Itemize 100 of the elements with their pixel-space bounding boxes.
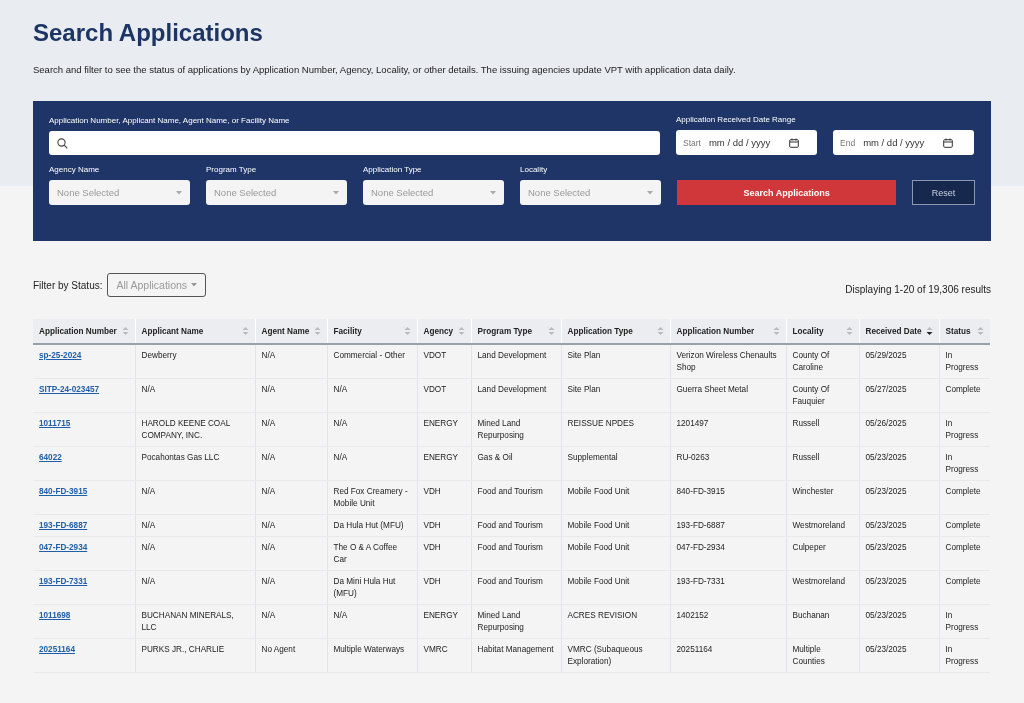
page-description: Search and filter to see the status of applications by Application Number, Agency, Locality, or other details. The issuing agencies update VPT with application data daily.	[33, 64, 737, 75]
table-cell: Mobile Food Unit	[567, 521, 630, 530]
table-cell: VMRC	[423, 645, 448, 654]
caret-icon	[176, 190, 182, 195]
application-link[interactable]: SITP-24-023457	[39, 385, 100, 394]
table-cell: VDOT	[423, 385, 447, 394]
column-header: Application Number	[39, 326, 117, 336]
table-cell: N/A	[261, 385, 276, 394]
application-link[interactable]: sp-25-2024	[39, 351, 82, 360]
column-header: Agent Name	[261, 326, 310, 336]
table-cell: N/A	[141, 543, 156, 552]
table-cell: 047-FD-2934	[676, 543, 725, 552]
calendar-icon	[788, 137, 799, 148]
table-cell: In Progress	[945, 419, 979, 440]
table-cell: ENERGY	[423, 453, 459, 462]
table-cell: 1402152	[676, 611, 709, 620]
table-cell: 05/23/2025	[865, 577, 907, 586]
table-cell: Site Plan	[567, 351, 601, 360]
application-link[interactable]: 1011715	[39, 419, 71, 428]
table-cell: N/A	[333, 419, 348, 428]
table-cell: N/A	[261, 521, 276, 530]
table-cell: VMRC (Subaqueous Exploration)	[567, 645, 643, 666]
search-button[interactable]: Search Applications	[677, 180, 897, 205]
table-cell: No Agent	[261, 645, 296, 654]
table-cell: In Progress	[945, 645, 979, 666]
table-cell: HAROLD KEENE COAL COMPANY, INC.	[141, 419, 230, 440]
column-header: Applicant Name	[141, 326, 204, 336]
table-cell: PURKS JR., CHARLIE	[141, 645, 225, 654]
table-cell: 193-FD-7331	[676, 577, 725, 586]
field-label: Application Number, Applicant Name, Agent Name, or Facility Name	[49, 116, 291, 125]
application-link[interactable]: 64022	[39, 453, 62, 462]
application-link[interactable]: 1011698	[39, 611, 71, 620]
table-cell: N/A	[261, 611, 276, 620]
table-cell: 193-FD-6887	[676, 521, 725, 530]
table-cell: N/A	[261, 419, 276, 428]
table-cell: Complete	[945, 521, 981, 530]
table-cell: N/A	[261, 543, 276, 552]
table-cell: Mobile Food Unit	[567, 577, 630, 586]
caret-icon	[333, 190, 339, 195]
table-cell: N/A	[261, 453, 276, 462]
table-cell: Land Development	[477, 385, 547, 394]
table-cell: Da Mini Hula Hut (MFU)	[333, 577, 396, 598]
table-cell: Site Plan	[567, 385, 601, 394]
application-link[interactable]: 20251164	[39, 645, 75, 654]
date-input[interactable]: mm / dd / yyyy	[861, 136, 938, 149]
table-cell: BUCHANAN MINERALS, LLC	[141, 611, 234, 632]
field-label: Locality	[520, 165, 549, 174]
table-cell: Mined Land Repurposing	[477, 419, 524, 440]
table-cell: The O & A Coffee Car	[333, 543, 398, 564]
table-cell: 20251164	[676, 645, 713, 654]
table-cell: VDOT	[423, 351, 447, 360]
table-cell: Mined Land Repurposing	[477, 611, 524, 632]
table-cell: Complete	[945, 543, 981, 552]
table-cell: In Progress	[945, 351, 979, 372]
table-cell: Food and Tourism	[477, 521, 543, 530]
table-cell: Russell	[792, 453, 820, 462]
sort-icon[interactable]	[925, 326, 933, 336]
date-field[interactable]: End mm / dd / yyyy	[833, 130, 974, 155]
table-cell: N/A	[261, 487, 276, 496]
table-cell: 840-FD-3915	[676, 487, 725, 496]
table-cell: ENERGY	[423, 419, 459, 428]
table-cell: N/A	[141, 521, 156, 530]
search-field[interactable]	[49, 131, 660, 155]
table-cell: Food and Tourism	[477, 487, 543, 496]
table-cell: Food and Tourism	[477, 577, 543, 586]
column-header: Application Type	[567, 326, 633, 336]
table-cell: 05/23/2025	[865, 543, 907, 552]
table-cell: N/A	[333, 453, 348, 462]
table-cell: Verizon Wireless Chenaults Shop	[676, 351, 777, 372]
table-cell: Guerra Sheet Metal	[676, 385, 748, 394]
table-cell: N/A	[141, 487, 156, 496]
results-summary: Displaying 1-20 of 19,306 results	[845, 283, 991, 295]
column-header: Received Date	[865, 326, 922, 336]
column-header: Locality	[792, 326, 824, 336]
table-cell: VDH	[423, 577, 441, 586]
table-cell: Red Fox Creamery - Mobile Unit	[333, 487, 408, 508]
table-cell: 05/29/2025	[865, 351, 907, 360]
date-field[interactable]: Start mm / dd / yyyy	[676, 130, 817, 155]
field-label: Application Type	[363, 165, 423, 174]
table-cell: 1201497	[676, 419, 709, 428]
table-cell: 05/23/2025	[865, 521, 907, 530]
date-prefix-label: End	[840, 137, 856, 148]
table-cell: Complete	[945, 487, 981, 496]
table-cell: 05/23/2025	[865, 453, 907, 462]
application-link[interactable]: 193-FD-6887	[39, 521, 88, 530]
table-cell: ENERGY	[423, 611, 459, 620]
table-cell: N/A	[261, 351, 276, 360]
application-link[interactable]: 840-FD-3915	[39, 487, 88, 496]
table-cell: N/A	[141, 385, 156, 394]
table-cell: Da Hula Hut (MFU)	[333, 521, 404, 530]
table-cell: Russell	[792, 419, 820, 428]
application-link[interactable]: 047-FD-2934	[39, 543, 88, 552]
table-cell: REISSUE NPDES	[567, 419, 634, 428]
date-input[interactable]: mm / dd / yyyy	[706, 136, 783, 149]
table-cell: Dewberry	[141, 351, 177, 360]
table-cell: 05/27/2025	[865, 385, 907, 394]
search-icon	[57, 137, 68, 149]
caret-icon	[490, 190, 496, 195]
reset-button[interactable]: Reset	[912, 180, 975, 205]
application-link[interactable]: 193-FD-7331	[39, 577, 88, 586]
